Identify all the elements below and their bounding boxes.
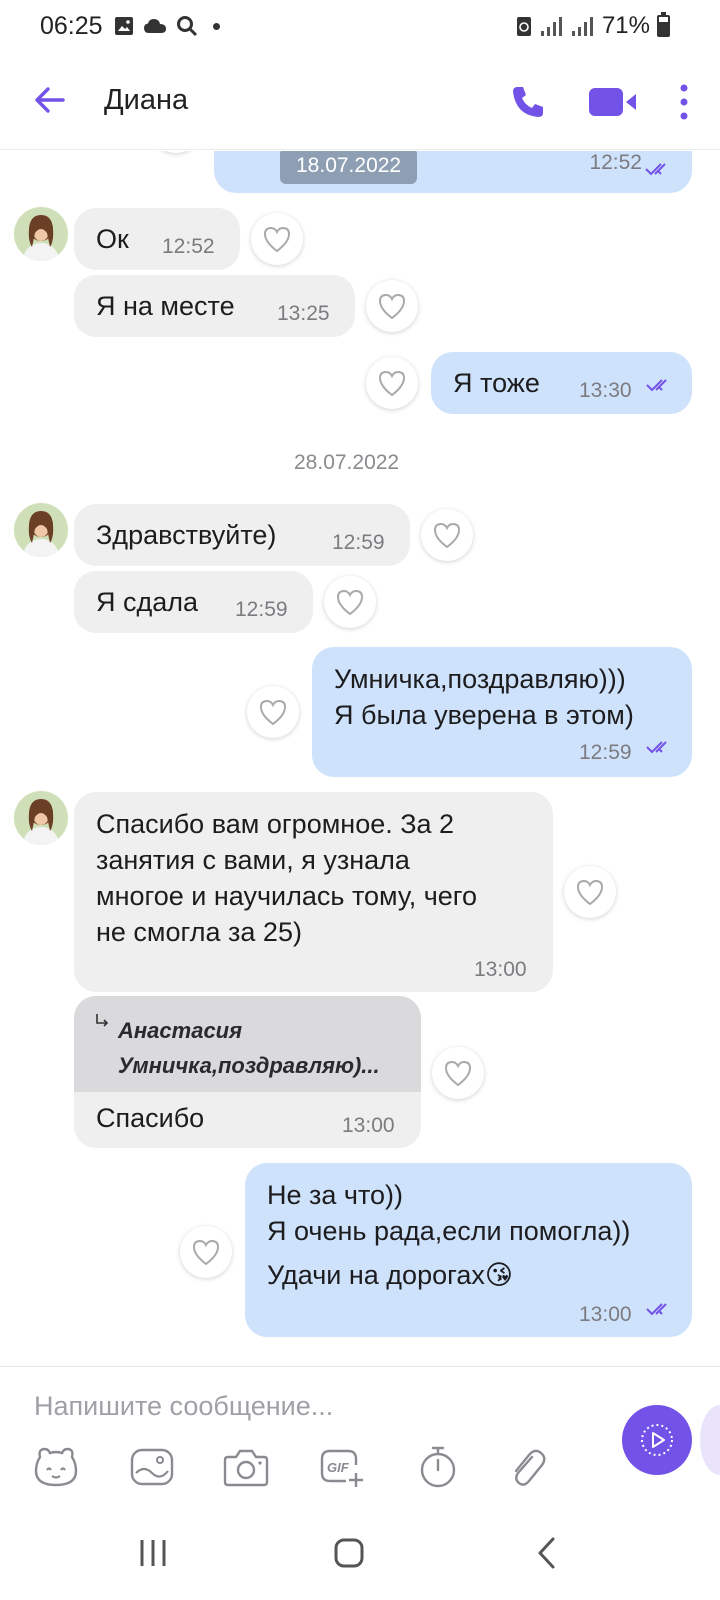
heart-icon — [378, 293, 406, 320]
like-button[interactable] — [421, 509, 473, 561]
gallery-notification-icon — [115, 17, 133, 35]
home-icon[interactable] — [324, 1528, 374, 1578]
battery-icon — [657, 12, 670, 37]
message-text: Умничка,поздравляю))) Я была уверена в э… — [334, 664, 634, 730]
date-pill: 18.07.2022 — [280, 151, 418, 184]
message-composer: Напишите сообщение... GIF — [0, 1366, 720, 1506]
message-bubble-incoming[interactable]: Здравствуйте) 12:59 — [74, 504, 410, 566]
more-options-icon[interactable] — [674, 82, 694, 122]
message-bubble-incoming[interactable]: Ок 12:52 — [74, 208, 240, 270]
heart-icon — [378, 370, 406, 397]
reply-message-bubble[interactable]: Анастасия Умничка,поздравляю)... Спасибо… — [74, 996, 421, 1148]
message-bubble-incoming[interactable]: Я на месте 13:25 — [74, 275, 355, 337]
message-text: Я тоже — [453, 368, 540, 398]
extra-action-button[interactable] — [700, 1405, 720, 1475]
phone-call-icon[interactable] — [508, 82, 548, 122]
message-bubble-incoming[interactable]: Спасибо вам огромное. За 2 занятия с вам… — [74, 792, 553, 992]
gif-icon[interactable]: GIF — [318, 1443, 366, 1491]
heart-icon — [433, 522, 461, 549]
message-input[interactable]: Напишите сообщение... — [34, 1391, 333, 1422]
heart-icon — [259, 699, 287, 726]
send-button[interactable] — [622, 1405, 692, 1475]
signal-2-icon — [571, 17, 593, 36]
attachment-icon[interactable] — [502, 1443, 550, 1491]
message-time: 12:52 — [162, 235, 215, 258]
message-time: 13:25 — [277, 302, 330, 325]
reply-arrow-icon — [96, 1014, 109, 1027]
heart-icon — [336, 589, 364, 616]
message-text: Я сдала — [96, 587, 199, 617]
message-time: 13:00 — [342, 1114, 395, 1137]
signal-icon — [540, 17, 562, 36]
avatar[interactable] — [14, 791, 68, 845]
status-time: 06:25 — [40, 12, 103, 40]
battery-percent: 71% — [601, 12, 650, 39]
quoted-message[interactable]: Анастасия Умничка,поздравляю)... — [74, 996, 421, 1092]
camera-icon[interactable] — [222, 1443, 270, 1491]
message-text: Ок — [96, 224, 129, 254]
heart-icon — [263, 226, 291, 253]
back-arrow-icon[interactable] — [30, 80, 70, 120]
read-ticks-icon — [646, 379, 667, 392]
message-text: Здравствуйте) — [96, 520, 277, 550]
recycle-badge-icon — [516, 17, 531, 36]
like-button[interactable] — [251, 213, 303, 265]
date-separator: 28.07.2022 — [294, 451, 400, 474]
message-text: Я на месте — [96, 291, 235, 321]
like-button[interactable] — [180, 1226, 232, 1278]
like-button[interactable] — [366, 357, 418, 409]
message-time: 13:00 — [579, 1303, 632, 1326]
quoted-preview: Умничка,поздравляю)... — [118, 1053, 380, 1078]
read-ticks-icon — [646, 1303, 667, 1316]
heart-icon — [576, 879, 604, 906]
status-bar: 06:25 71% — [0, 0, 720, 52]
kiss-emoji-icon: 😘 — [484, 1260, 514, 1290]
message-list[interactable]: 12:52 18.07.2022 Ок 12:52 Я на месте 13:… — [0, 151, 720, 1365]
message-text: Спасибо вам огромное. За 2 занятия с вам… — [96, 809, 478, 947]
message-time: 12:59 — [332, 531, 385, 554]
message-bubble-outgoing[interactable]: Не за что)) Я очень рада,если помогла)) … — [245, 1163, 692, 1337]
avatar[interactable] — [14, 207, 68, 261]
message-bubble-incoming[interactable]: Я сдала 12:59 — [74, 571, 313, 633]
video-call-icon[interactable] — [588, 84, 638, 120]
sticker-icon[interactable] — [32, 1443, 80, 1491]
quoted-author: Анастасия — [118, 1018, 243, 1043]
message-time: 13:00 — [474, 958, 527, 981]
read-ticks-icon — [645, 163, 666, 176]
heart-icon — [444, 1060, 472, 1087]
recent-apps-icon[interactable] — [128, 1528, 178, 1578]
cloud-icon — [144, 19, 166, 33]
gallery-icon[interactable] — [128, 1443, 176, 1491]
read-ticks-icon — [646, 741, 667, 754]
message-time: 13:30 — [579, 379, 632, 402]
search-notification-icon — [177, 16, 198, 37]
notification-dot-icon — [213, 22, 220, 30]
like-button[interactable] — [247, 686, 299, 738]
system-nav-bar — [0, 1506, 720, 1600]
like-button[interactable] — [564, 866, 616, 918]
send-icon — [641, 1424, 673, 1456]
message-text: Спасибо — [96, 1103, 205, 1133]
heart-icon — [192, 1239, 220, 1266]
like-button[interactable] — [432, 1047, 484, 1099]
like-button[interactable] — [324, 576, 376, 628]
message-time: 12:59 — [235, 598, 288, 621]
like-button[interactable] — [150, 151, 202, 153]
like-button[interactable] — [366, 280, 418, 332]
message-time: 12:52 — [589, 151, 642, 174]
message-bubble-outgoing[interactable]: Умничка,поздравляю))) Я была уверена в э… — [312, 647, 692, 777]
message-text: Не за что)) Я очень рада,если помогла)) … — [267, 1180, 631, 1290]
message-time: 12:59 — [579, 741, 632, 764]
contact-name[interactable]: Диана — [104, 84, 188, 117]
message-bubble-outgoing[interactable]: Я тоже 13:30 — [431, 352, 692, 414]
avatar[interactable] — [14, 503, 68, 557]
back-nav-icon[interactable] — [522, 1528, 572, 1578]
chat-header: Диана — [0, 52, 720, 150]
timer-icon[interactable] — [414, 1443, 462, 1491]
svg-text:GIF: GIF — [327, 1460, 350, 1475]
